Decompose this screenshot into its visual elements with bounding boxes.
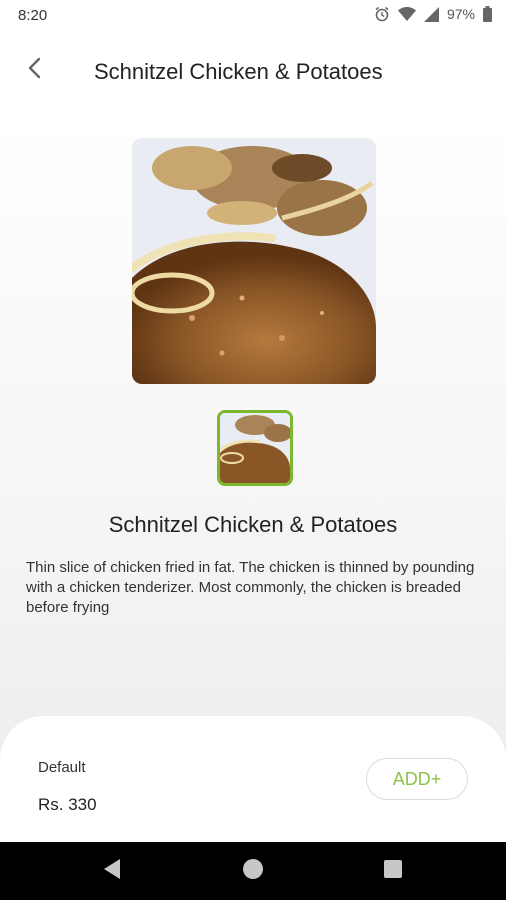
battery-icon — [483, 6, 492, 22]
app-bar: Schnitzel Chicken & Potatoes — [0, 40, 506, 104]
back-button[interactable] — [18, 54, 50, 86]
battery-text: 97% — [446, 6, 475, 22]
alarm-icon — [374, 6, 390, 22]
nav-home-button[interactable] — [241, 857, 265, 886]
home-circle-icon — [241, 857, 265, 886]
recents-square-icon — [383, 859, 403, 884]
status-time: 8:20 — [18, 7, 48, 24]
signal-icon — [423, 6, 439, 22]
add-to-cart-button[interactable]: ADD+ — [366, 758, 468, 800]
nav-recents-button[interactable] — [381, 859, 405, 883]
product-thumbnail[interactable] — [217, 410, 293, 486]
product-name: Schnitzel Chicken & Potatoes — [108, 512, 398, 537]
status-bar: 8:20 97% — [0, 0, 506, 32]
system-nav-bar — [0, 842, 506, 900]
back-triangle-icon — [102, 858, 122, 885]
price: Rs. 330 — [38, 795, 97, 814]
page-title: Schnitzel Chicken & Potatoes — [94, 59, 383, 84]
wifi-icon — [397, 7, 416, 21]
product-image — [132, 138, 376, 384]
chevron-left-icon — [27, 57, 41, 84]
nav-back-button[interactable] — [100, 858, 124, 885]
product-description: Thin slice of chicken fried in fat. The … — [26, 559, 475, 616]
variant-label: Default — [38, 759, 86, 776]
